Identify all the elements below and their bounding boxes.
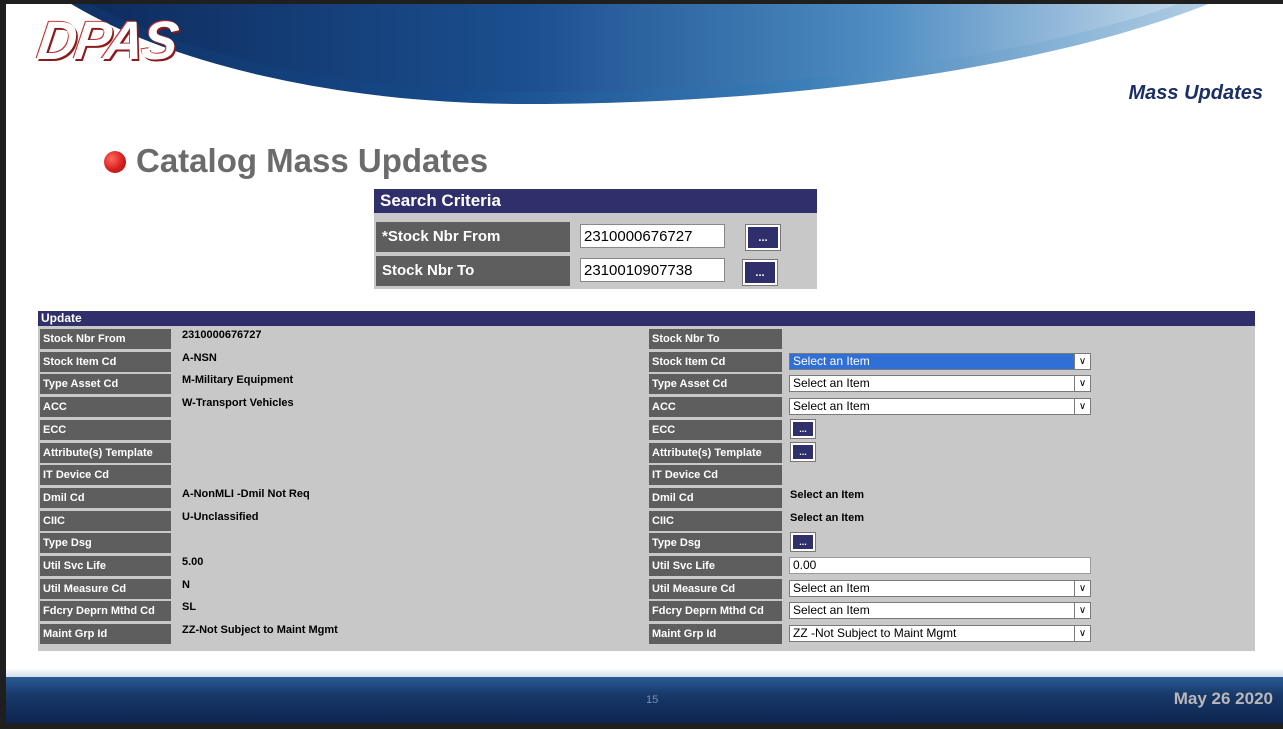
update-field-label: Maint Grp Id (649, 624, 782, 645)
update-field-label: Stock Nbr To (649, 329, 782, 349)
select-value: Select an Item (793, 353, 870, 368)
chevron-down-icon[interactable]: ∨ (1074, 580, 1090, 596)
search-criteria-panel: Search Criteria *Stock Nbr From 23100006… (374, 189, 817, 289)
update-row: ECC ECC... (38, 418, 1255, 441)
field-label: Stock Nbr From (40, 329, 171, 349)
update-field-label: Type Asset Cd (649, 374, 782, 395)
dpas-logo: DPAS (33, 11, 181, 71)
update-field-label: Type Dsg (649, 533, 782, 554)
field-label: ECC (40, 419, 171, 440)
stock-nbr-from-label: *Stock Nbr From (376, 222, 570, 252)
select-value: Select an Item (793, 580, 870, 595)
update-row: Util Measure Cd N Util Measure Cd Select an… (38, 578, 1255, 600)
select-value: Select an Item (793, 376, 870, 391)
update-panel: Update Stock Nbr From 2310000676727 Stock … (38, 311, 1255, 651)
update-input[interactable]: 0.00 (789, 557, 1091, 574)
stock-nbr-from-lookup-button[interactable]: ... (745, 224, 781, 251)
stock-nbr-from-input[interactable]: 2310000676727 (580, 224, 725, 248)
field-label: Type Dsg (40, 533, 171, 554)
bullet-icon (104, 151, 126, 173)
footer-bar (6, 677, 1283, 723)
update-field-label: Util Svc Life (649, 556, 782, 576)
update-field-label: Fdcry Deprn Mthd Cd (649, 601, 782, 622)
update-row: Stock Nbr From 2310000676727 Stock Nbr To (38, 328, 1255, 350)
update-field-label: Attribute(s) Template (649, 442, 782, 463)
slide-date: May 26 2020 (1173, 689, 1273, 708)
update-heading: Update (38, 311, 1255, 326)
update-row: Util Svc Life 5.00 Util Svc Life 0.00 (38, 555, 1255, 577)
field-label: Type Asset Cd (40, 374, 171, 395)
update-row: Fdcry Deprn Mthd Cd SL Fdcry Deprn Mthd Cd… (38, 600, 1255, 622)
update-select[interactable]: Select an Item ∨ (789, 579, 1091, 597)
update-field-label: IT Device Cd (649, 465, 782, 486)
update-row: Dmil Cd A-NonMLI -Dmil Not Req Dmil Cd Sele… (38, 487, 1255, 509)
current-value: U-Unclassified (182, 510, 259, 523)
field-label: Maint Grp Id (40, 624, 171, 645)
section-title: Mass Updates (1128, 82, 1264, 104)
update-row: Attribute(s) Template Attribute(s) Templa… (38, 441, 1255, 464)
select-value: Select an Item (793, 603, 870, 618)
chevron-down-icon[interactable]: ∨ (1074, 626, 1090, 642)
field-label: IT Device Cd (40, 465, 171, 486)
update-row: Maint Grp Id ZZ-Not Subject to Maint Mgmt… (38, 623, 1255, 645)
update-select[interactable]: Select an Item ∨ (789, 352, 1091, 370)
page-number: 15 (646, 694, 659, 706)
update-select[interactable]: Select an Item ∨ (789, 602, 1091, 620)
slide: DPAS Mass Updates Catalog Mass Updates S… (6, 4, 1283, 723)
lookup-button[interactable]: ... (790, 418, 816, 439)
field-label: Fdcry Deprn Mthd Cd (40, 601, 171, 622)
field-label: Dmil Cd (40, 487, 171, 508)
update-row: ACC W-Transport Vehicles ACC Select an Item… (38, 396, 1255, 418)
update-row: Stock Item Cd A-NSN Stock Item Cd Select an… (38, 351, 1255, 373)
field-label: Stock Item Cd (40, 351, 171, 372)
current-value: 2310000676727 (182, 329, 262, 341)
update-field-label: ECC (649, 419, 782, 440)
field-label: Util Svc Life (40, 556, 171, 576)
current-value: N (182, 578, 190, 591)
update-field-label: Dmil Cd (649, 487, 782, 508)
update-field-label: Stock Item Cd (649, 351, 782, 372)
field-label: Util Measure Cd (40, 578, 171, 599)
current-value: ZZ-Not Subject to Maint Mgmt (182, 624, 338, 637)
chevron-down-icon[interactable]: ∨ (1074, 353, 1090, 369)
current-value: SL (182, 601, 197, 614)
update-field-label: Util Measure Cd (649, 578, 782, 599)
field-label: CIIC (40, 510, 171, 531)
stock-nbr-to-input[interactable]: 2310010907738 (580, 258, 725, 282)
select-value: Select an Item (793, 399, 870, 414)
chevron-down-icon[interactable]: ∨ (1074, 399, 1090, 415)
update-row: IT Device Cd IT Device Cd (38, 464, 1255, 486)
search-criteria-heading: Search Criteria (374, 189, 817, 213)
lookup-button[interactable]: ... (790, 441, 816, 462)
current-value: W-Transport Vehicles (182, 397, 294, 410)
chevron-down-icon[interactable]: ∨ (1074, 603, 1090, 619)
select-value: ZZ -Not Subject to Maint Mgmt (793, 626, 957, 641)
chevron-down-icon[interactable]: ∨ (1074, 376, 1090, 392)
field-label: ACC (40, 397, 171, 418)
current-value: 5.00 (182, 556, 204, 568)
lookup-button[interactable]: ... (790, 532, 816, 553)
current-value: M-Military Equipment (182, 374, 294, 387)
update-row: Type Dsg Type Dsg... (38, 532, 1255, 554)
update-select[interactable]: Select an Item ∨ (789, 398, 1091, 416)
field-label: Attribute(s) Template (40, 442, 171, 463)
stock-nbr-to-label: Stock Nbr To (376, 256, 570, 286)
update-field-label: ACC (649, 397, 782, 418)
stock-nbr-to-lookup-button[interactable]: ... (742, 259, 778, 286)
update-value-text: Select an Item (790, 488, 864, 501)
update-select[interactable]: Select an Item ∨ (789, 375, 1091, 393)
slide-title: Catalog Mass Updates (136, 142, 489, 179)
update-row: Type Asset Cd M-Military Equipment Type As… (38, 373, 1255, 395)
update-select[interactable]: ZZ -Not Subject to Maint Mgmt ∨ (789, 625, 1091, 643)
current-value: A-NonMLI -Dmil Not Req (182, 487, 310, 500)
update-row: CIIC U-Unclassified CIIC Select an Item (38, 510, 1255, 532)
current-value: A-NSN (182, 351, 217, 364)
update-value-text: Select an Item (790, 511, 864, 524)
update-field-label: CIIC (649, 510, 782, 531)
